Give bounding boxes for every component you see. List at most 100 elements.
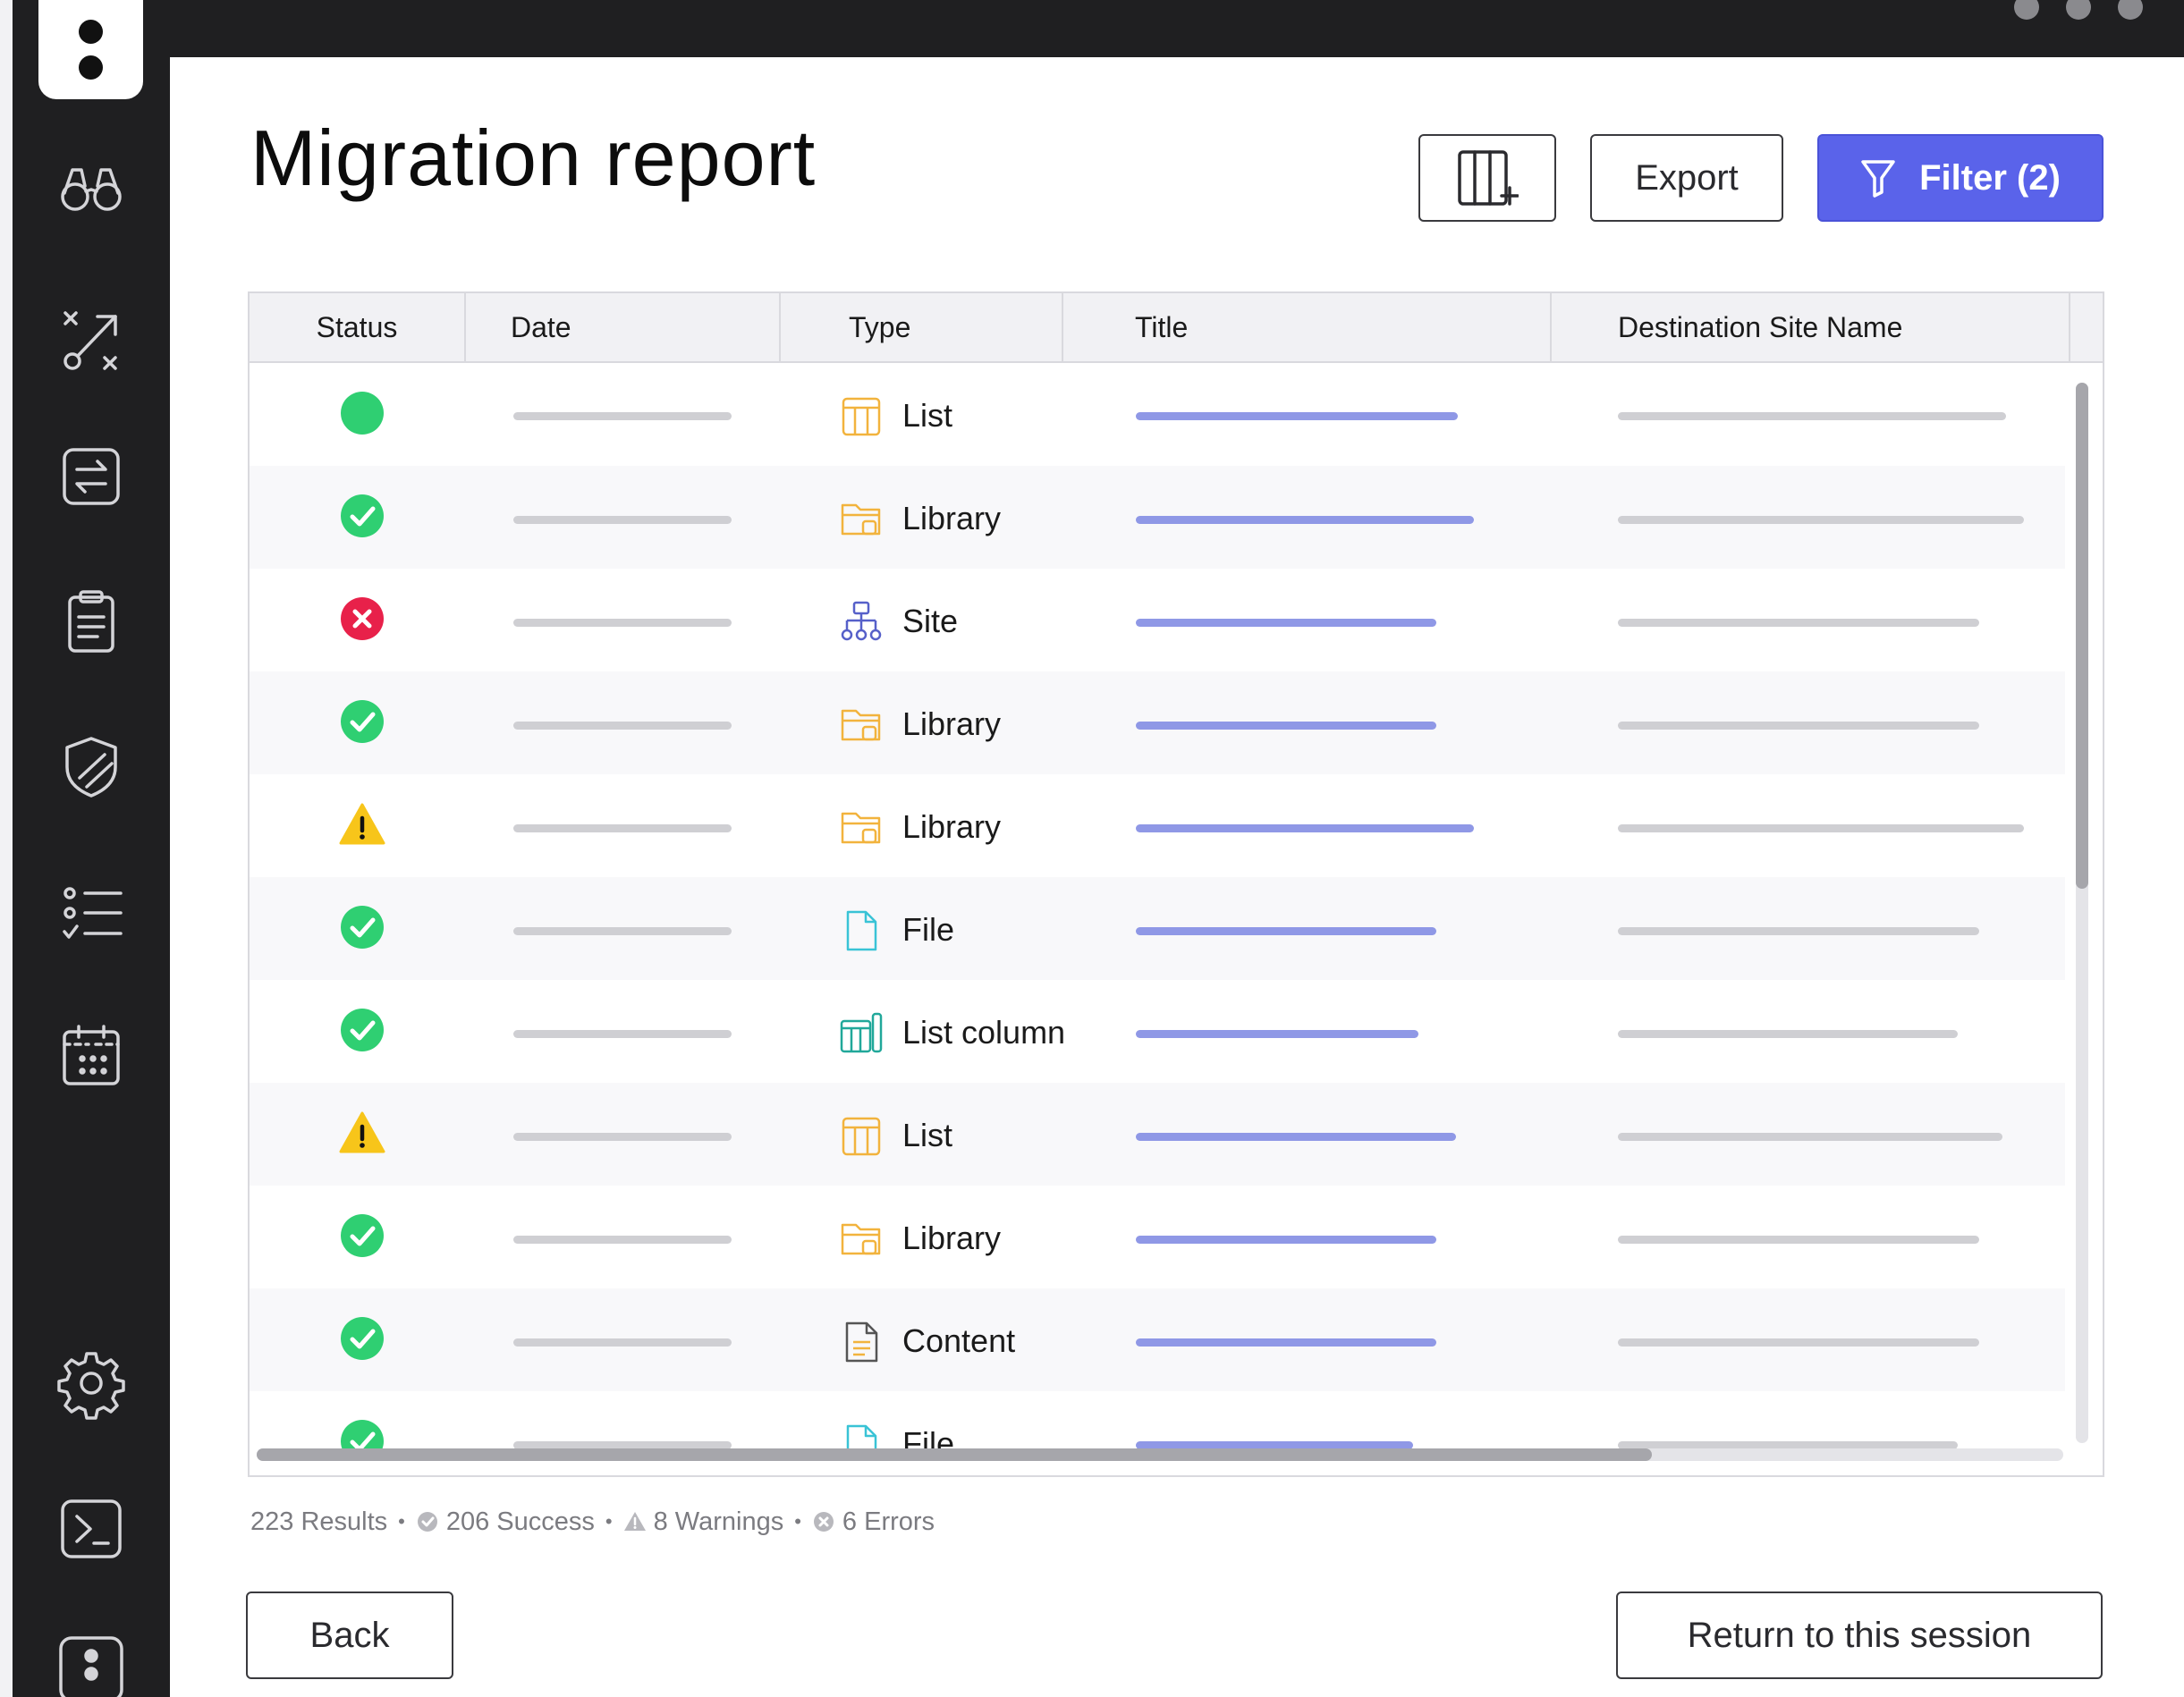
table-row[interactable]: Library bbox=[250, 671, 2065, 774]
column-header-destination-site-name[interactable]: Destination Site Name bbox=[1552, 293, 2070, 361]
destination-placeholder bbox=[1618, 412, 2006, 420]
destination-placeholder bbox=[1618, 516, 2024, 524]
table-row[interactable]: Site bbox=[250, 569, 2065, 671]
success-count: 206 Success bbox=[445, 1507, 595, 1536]
back-label: Back bbox=[309, 1615, 390, 1655]
report-table: Status Date Type Title Destination Site … bbox=[248, 291, 2104, 1477]
shield-icon[interactable] bbox=[53, 728, 130, 805]
destination-placeholder bbox=[1618, 1338, 1979, 1347]
checklist-icon[interactable] bbox=[53, 874, 130, 951]
type-label: File bbox=[902, 911, 955, 948]
results-summary: 223 Results • 206 Success • 8 Warnings •… bbox=[250, 1504, 935, 1540]
type-label: Content bbox=[902, 1322, 1016, 1359]
filter-button[interactable]: Filter (2) bbox=[1817, 134, 2104, 222]
date-placeholder bbox=[513, 516, 732, 524]
error-small-icon bbox=[813, 1512, 834, 1532]
success-small-icon bbox=[417, 1512, 437, 1532]
warnings-count: 8 Warnings bbox=[653, 1507, 784, 1536]
success-check-icon bbox=[341, 906, 384, 949]
title-placeholder bbox=[1136, 927, 1436, 935]
title-placeholder bbox=[1136, 412, 1458, 420]
success-check-icon bbox=[341, 494, 384, 537]
add-column-icon bbox=[1458, 150, 1519, 206]
content-icon bbox=[845, 1321, 878, 1363]
table-row[interactable]: List bbox=[250, 1083, 2065, 1186]
table-row[interactable]: File bbox=[250, 1391, 2065, 1452]
list-column-icon bbox=[840, 1012, 883, 1053]
add-column-button[interactable] bbox=[1418, 134, 1556, 222]
library-icon bbox=[841, 503, 881, 536]
sidebar bbox=[13, 0, 170, 1697]
title-placeholder bbox=[1136, 1236, 1436, 1244]
type-label: List bbox=[902, 1117, 953, 1153]
return-label: Return to this session bbox=[1687, 1615, 2032, 1655]
table-row[interactable]: File bbox=[250, 877, 2065, 980]
app-logo-icon[interactable] bbox=[53, 1627, 130, 1697]
file-icon bbox=[846, 910, 877, 951]
title-placeholder bbox=[1136, 1133, 1456, 1141]
main-content: Migration report Export Filter (2) Statu… bbox=[170, 57, 2184, 1697]
vertical-scrollbar-thumb[interactable] bbox=[2076, 383, 2088, 889]
column-header-status[interactable]: Status bbox=[250, 293, 466, 361]
destination-placeholder bbox=[1618, 1236, 1979, 1244]
destination-placeholder bbox=[1618, 1133, 2002, 1141]
error-icon bbox=[341, 597, 384, 640]
filter-icon bbox=[1861, 160, 1895, 198]
library-icon bbox=[841, 709, 881, 741]
destination-placeholder bbox=[1618, 824, 2024, 832]
warning-small-icon bbox=[623, 1512, 646, 1531]
date-placeholder bbox=[513, 1030, 732, 1038]
window-dot-icon[interactable] bbox=[2066, 0, 2091, 20]
route-icon[interactable] bbox=[53, 302, 130, 379]
export-button[interactable]: Export bbox=[1590, 134, 1783, 222]
return-to-session-button[interactable]: Return to this session bbox=[1616, 1591, 2103, 1679]
success-check-icon bbox=[341, 1214, 384, 1257]
table-row[interactable]: List column bbox=[250, 980, 2065, 1083]
page-title: Migration report bbox=[250, 114, 817, 202]
window-dot-icon[interactable] bbox=[2118, 0, 2143, 20]
horizontal-scrollbar-thumb[interactable] bbox=[257, 1448, 1652, 1461]
date-placeholder bbox=[513, 927, 732, 935]
date-placeholder bbox=[513, 1236, 732, 1244]
date-placeholder bbox=[513, 412, 732, 420]
type-label: List bbox=[902, 397, 953, 434]
app-logo[interactable] bbox=[38, 0, 143, 99]
separator-dot: • bbox=[398, 1510, 405, 1532]
table-row[interactable]: Content bbox=[250, 1288, 2065, 1391]
destination-placeholder bbox=[1618, 927, 1979, 935]
column-header-type[interactable]: Type bbox=[781, 293, 1063, 361]
clipboard-icon[interactable] bbox=[53, 583, 130, 660]
terminal-icon[interactable] bbox=[53, 1490, 130, 1566]
type-label: Library bbox=[902, 808, 1002, 845]
binoculars-icon[interactable] bbox=[53, 150, 130, 227]
title-placeholder bbox=[1136, 516, 1474, 524]
destination-placeholder bbox=[1618, 619, 1979, 627]
column-header-title[interactable]: Title bbox=[1063, 293, 1552, 361]
window-dot-icon[interactable] bbox=[2014, 0, 2039, 20]
success-check-icon bbox=[341, 1420, 384, 1452]
type-label: Site bbox=[902, 603, 959, 639]
transfer-icon[interactable] bbox=[53, 438, 130, 515]
calendar-icon[interactable] bbox=[53, 1017, 130, 1094]
date-placeholder bbox=[513, 1133, 732, 1141]
warning-icon bbox=[339, 1111, 385, 1153]
table-row[interactable]: List bbox=[250, 363, 2065, 466]
column-header-date[interactable]: Date bbox=[466, 293, 781, 361]
date-placeholder bbox=[513, 619, 732, 627]
table-row[interactable]: Library bbox=[250, 466, 2065, 569]
export-label: Export bbox=[1635, 157, 1739, 198]
table-row[interactable]: Library bbox=[250, 1186, 2065, 1288]
separator-dot: • bbox=[605, 1510, 613, 1532]
title-placeholder bbox=[1136, 824, 1474, 832]
type-label: List column bbox=[902, 1014, 1066, 1051]
table-row[interactable]: Library bbox=[250, 774, 2065, 877]
gear-icon[interactable] bbox=[53, 1345, 130, 1422]
title-placeholder bbox=[1136, 722, 1436, 730]
success-check-icon bbox=[341, 700, 384, 743]
date-placeholder bbox=[513, 824, 732, 832]
filter-label: Filter (2) bbox=[1919, 157, 2061, 198]
list-icon bbox=[842, 397, 881, 436]
title-placeholder bbox=[1136, 619, 1436, 627]
back-button[interactable]: Back bbox=[246, 1591, 453, 1679]
type-label: Library bbox=[902, 705, 1002, 742]
